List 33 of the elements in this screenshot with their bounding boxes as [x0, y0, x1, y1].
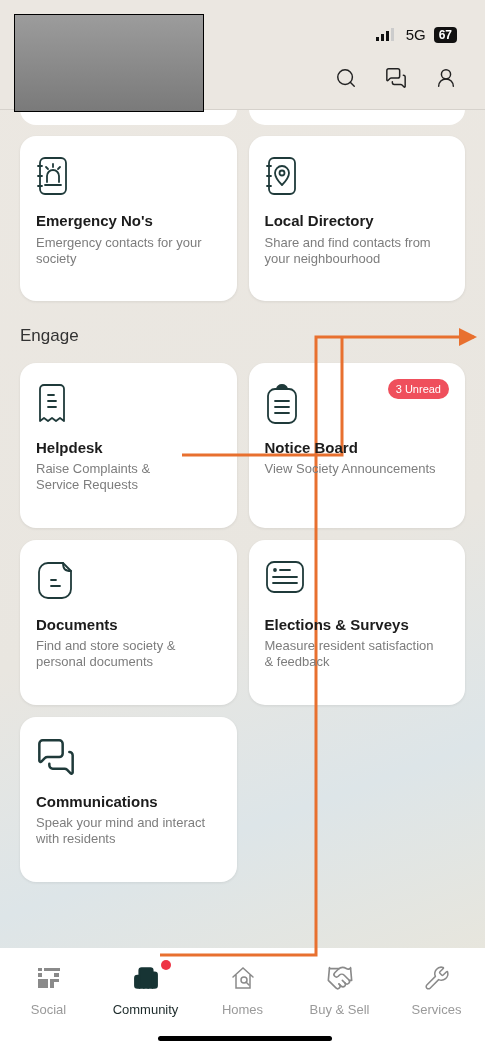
card-title: Documents	[36, 615, 119, 635]
chat-bubbles-icon	[36, 736, 76, 777]
nav-tab[interactable]: Community	[97, 964, 194, 1020]
handshake-icon	[325, 964, 354, 992]
battery-indicator: 67	[433, 27, 457, 44]
card-title: Communications	[36, 792, 159, 812]
nav-tab[interactable]: Homes	[194, 964, 291, 1020]
list-card-icon	[264, 559, 305, 594]
network-label: 5G	[405, 25, 426, 45]
note-icon	[36, 559, 74, 600]
profile-button[interactable]	[435, 66, 457, 89]
card-title: Local Directory	[264, 212, 375, 231]
nav-tab[interactable]: Social	[0, 964, 97, 1020]
card-title: Helpdesk	[36, 438, 104, 458]
nav-tab[interactable]: Services	[388, 964, 485, 1020]
card-description: Speak your mind and interact with residents	[36, 815, 207, 848]
wrench-icon	[423, 965, 450, 991]
notebook-pin-icon	[264, 156, 299, 196]
card-title: Emergency No's	[36, 212, 154, 231]
grid-icon	[36, 966, 61, 990]
unread-badge: 3 Unread	[387, 378, 449, 399]
section-title: Engage	[20, 325, 80, 347]
card-description: Share and find contacts from your neighbourhood	[264, 234, 432, 267]
chat-button[interactable]	[385, 66, 407, 89]
card-description: Emergency contacts for your society	[36, 234, 203, 267]
receipt-icon	[36, 382, 68, 423]
house-search-icon	[229, 965, 256, 991]
notebook-siren-icon	[36, 156, 70, 196]
card-description: Raise Complaints & Service Requests	[36, 461, 152, 494]
search-button[interactable]	[335, 66, 357, 89]
clipboard-icon	[264, 382, 299, 425]
card-description: Find and store society & personal documents	[36, 638, 177, 671]
nav-tab[interactable]: Buy & Sell	[291, 964, 388, 1020]
